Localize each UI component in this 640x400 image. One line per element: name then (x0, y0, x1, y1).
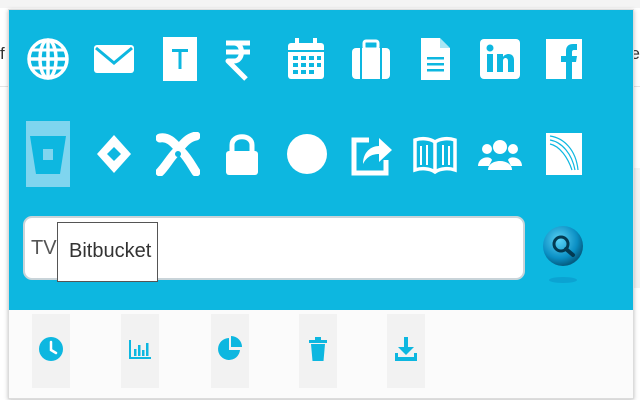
jira-icon[interactable] (92, 125, 136, 183)
confluence-icon[interactable] (156, 125, 200, 183)
briefcase-icon[interactable] (349, 30, 393, 88)
bitbucket-icon[interactable] (26, 121, 70, 187)
icon-panel: Bitbucket (9, 10, 633, 310)
group-icon[interactable] (478, 125, 522, 183)
facebook-icon[interactable] (542, 30, 586, 88)
stats-button[interactable] (121, 314, 159, 388)
rupee-icon[interactable] (216, 30, 260, 88)
feather-icon[interactable] (542, 125, 586, 183)
linkedin-icon[interactable] (478, 30, 522, 88)
calendar-icon[interactable] (284, 30, 328, 88)
document-icon[interactable] (413, 30, 457, 88)
book-icon[interactable] (413, 125, 457, 183)
mail-icon[interactable] (92, 30, 136, 88)
download-icon (393, 336, 419, 367)
globe-icon[interactable] (26, 30, 70, 88)
background-text-left: f (0, 44, 5, 63)
extension-popup: Bitbucket (8, 9, 634, 399)
bar-chart-icon (127, 336, 153, 367)
trash-icon (305, 336, 331, 367)
search-button[interactable] (539, 222, 587, 286)
pie-chart-icon (217, 335, 243, 367)
circle-icon[interactable] (285, 125, 329, 183)
clock-icon (38, 336, 64, 367)
share-icon[interactable] (349, 125, 393, 183)
history-button[interactable] (32, 314, 70, 388)
report-button[interactable] (211, 314, 249, 388)
t-letter-icon[interactable] (158, 30, 202, 88)
tooltip: Bitbucket (57, 222, 158, 282)
delete-button[interactable] (299, 314, 337, 388)
background-strip (0, 0, 640, 8)
download-button[interactable] (387, 314, 425, 388)
lock-icon[interactable] (220, 125, 264, 183)
